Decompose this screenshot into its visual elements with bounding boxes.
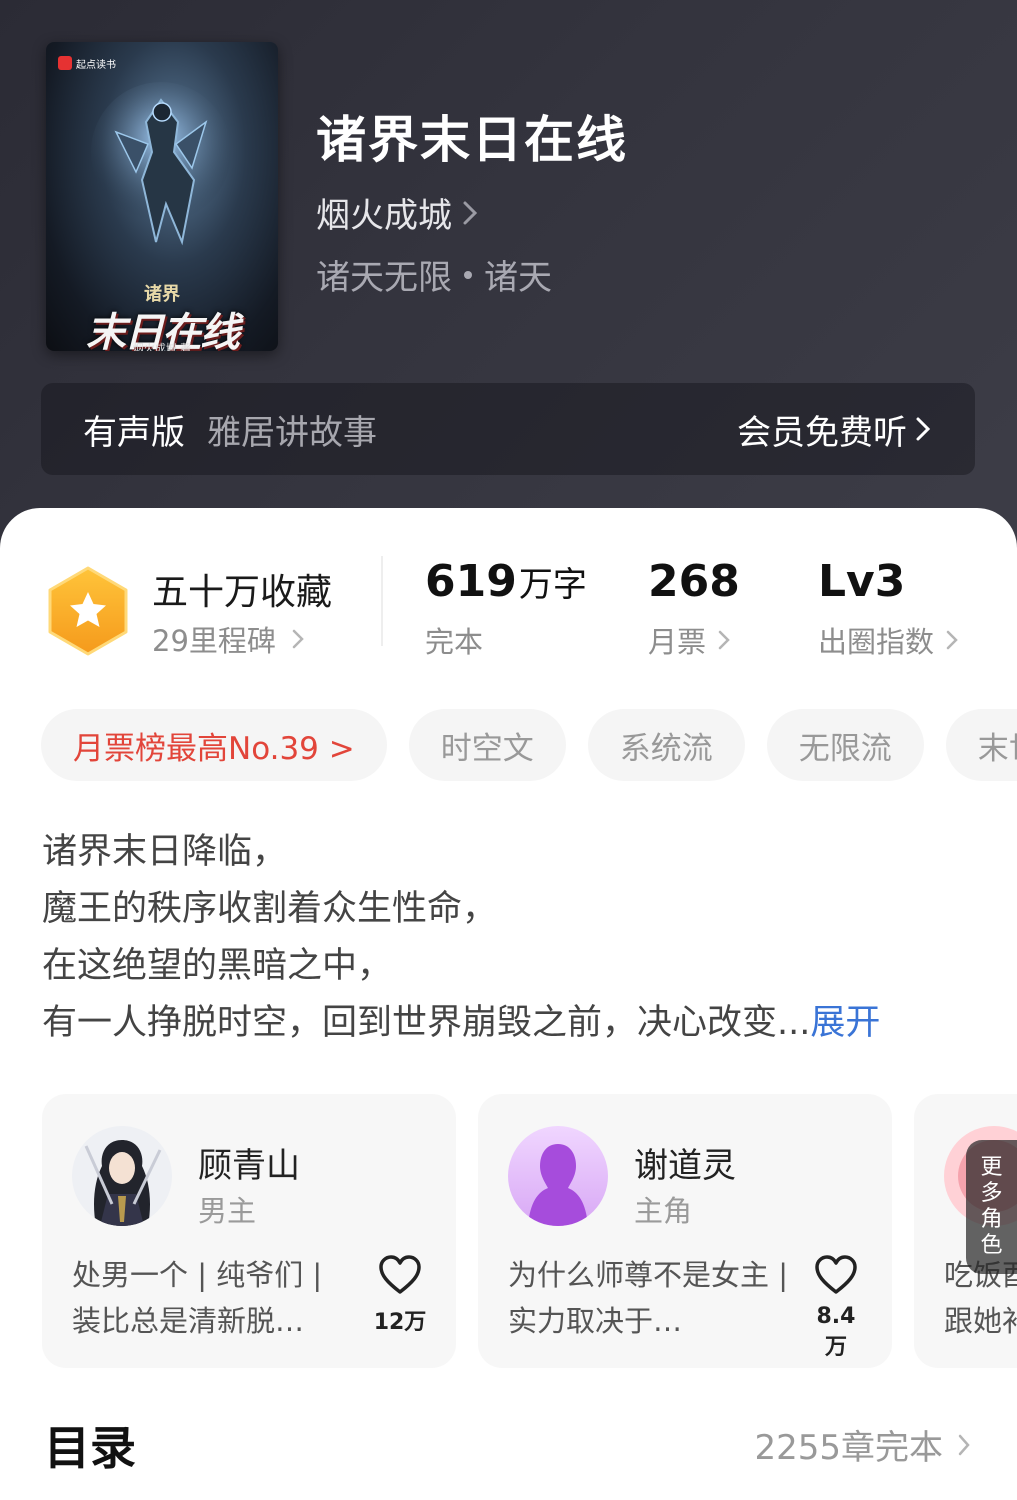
tag-list: 月票榜最高No.39 > 时空文 系统流 无限流 末世 xyxy=(41,709,1017,783)
like-button[interactable]: 12万 xyxy=(372,1254,428,1336)
audiobook-bar[interactable]: 有声版 雅居讲故事 会员免费听 xyxy=(41,383,975,475)
free-listen-label: 会员免费听 xyxy=(737,412,907,453)
stats-divider xyxy=(381,556,383,646)
author-link[interactable]: 烟火成城 xyxy=(316,188,478,237)
milestone-label: 29里程碑 xyxy=(152,624,276,658)
chevron-right-icon xyxy=(916,417,931,441)
subgenre-label[interactable]: 诸天 xyxy=(484,250,552,299)
monthly-votes-value: 268 xyxy=(648,556,740,607)
publisher-mark: 起点读书 xyxy=(54,54,120,72)
book-header: 起点读书 诸界 末日在线 烟火成城 著 诸界末日在线 烟火成城 诸天无限 诸天 … xyxy=(0,0,1017,560)
character-card[interactable]: 顾青山 男主 处男一个 | 纯爷们 | 装比总是清新脱… 12万 xyxy=(42,1094,456,1368)
completion-status: 完本 xyxy=(425,625,484,659)
character-role: 男主 xyxy=(198,1194,257,1228)
word-count-unit: 万字 xyxy=(518,565,587,605)
toc-title: 目录 xyxy=(44,1421,136,1475)
synopsis[interactable]: 诸界末日降临， 魔王的秩序收割着众生性命， 在这绝望的黑暗之中， 有一人挣脱时空… xyxy=(42,824,982,1052)
more-characters-button[interactable]: 更多角色 xyxy=(966,1140,1017,1274)
free-listen-button[interactable]: 会员免费听 xyxy=(737,405,931,454)
chevron-right-icon xyxy=(946,630,958,650)
character-name: 谢道灵 xyxy=(634,1146,736,1186)
collection-count: 五十万收藏 xyxy=(152,572,333,613)
like-button[interactable]: 8.4万 xyxy=(808,1254,864,1361)
word-count-stat: 619 万字 完本 xyxy=(425,556,587,661)
cover-art xyxy=(91,82,231,246)
audio-narrator: 雅居讲故事 xyxy=(207,412,377,453)
book-title: 诸界末日在线 xyxy=(316,110,628,169)
genre-label[interactable]: 诸天无限 xyxy=(316,250,452,299)
influence-value: Lv3 xyxy=(818,556,906,607)
publisher-logo-icon xyxy=(58,56,72,70)
book-genre: 诸天无限 诸天 xyxy=(316,250,552,299)
chevron-right-icon xyxy=(463,201,478,224)
character-list: 顾青山 男主 处男一个 | 纯爷们 | 装比总是清新脱… 12万 谢道灵 主角 … xyxy=(42,1094,1017,1368)
character-description: 为什么师尊不是女主 | 实力取决于… xyxy=(508,1258,788,1338)
character-description-line: 跟她补 xyxy=(944,1304,1017,1338)
character-description: 处男一个 | 纯爷们 | 装比总是清新脱… xyxy=(72,1258,323,1338)
expand-link[interactable]: 展开 xyxy=(810,1003,880,1043)
character-avatar xyxy=(72,1126,172,1226)
character-avatar xyxy=(508,1126,608,1226)
chevron-right-icon xyxy=(718,630,730,650)
synopsis-line: 有一人挣脱时空，回到世界崩毁之前，决心改变... xyxy=(42,1003,811,1043)
synopsis-line: 魔王的秩序收割着众生性命， xyxy=(42,889,498,929)
chapter-count: 2255章完本 xyxy=(754,1428,943,1468)
milestone-link[interactable]: 29里程碑 xyxy=(152,618,304,660)
cover-author: 烟火成城 著 xyxy=(132,342,192,351)
collection-badge-icon xyxy=(48,566,128,656)
chevron-right-icon xyxy=(958,1434,970,1455)
influence-label: 出圈指数 xyxy=(818,625,935,659)
like-count: 8.4万 xyxy=(816,1304,856,1360)
character-card[interactable]: 谢道灵 主角 为什么师尊不是女主 | 实力取决于… 8.4万 xyxy=(478,1094,892,1368)
monthly-votes-stat[interactable]: 268 月票 xyxy=(648,556,740,661)
heart-icon xyxy=(379,1255,421,1294)
audio-label: 有声版 xyxy=(83,412,185,453)
tag-chip[interactable]: 系统流 xyxy=(587,709,745,781)
toc-link[interactable]: 2255章完本 xyxy=(754,1420,971,1469)
influence-stat[interactable]: Lv3 出圈指数 xyxy=(818,556,958,661)
book-cover[interactable]: 起点读书 诸界 末日在线 烟火成城 著 xyxy=(46,42,278,351)
genre-separator-dot xyxy=(464,270,472,279)
heart-icon xyxy=(815,1255,857,1294)
character-name: 顾青山 xyxy=(198,1146,300,1186)
monthly-votes-label: 月票 xyxy=(648,625,707,659)
author-name: 烟火成城 xyxy=(316,196,452,236)
like-count: 12万 xyxy=(373,1310,427,1335)
synopsis-line-last: 有一人挣脱时空，回到世界崩毁之前，决心改变...展开 xyxy=(42,995,982,1052)
tag-chip[interactable]: 末世 xyxy=(945,709,1017,781)
chevron-right-icon xyxy=(292,629,304,649)
tag-chip[interactable]: 无限流 xyxy=(766,709,924,781)
synopsis-line: 在这绝望的黑暗之中， xyxy=(42,946,393,986)
synopsis-line: 诸界末日降临， xyxy=(42,832,288,872)
word-count-value: 619 xyxy=(425,556,517,607)
character-role: 主角 xyxy=(634,1194,693,1228)
tag-chip[interactable]: 时空文 xyxy=(408,709,566,781)
rank-tag[interactable]: 月票榜最高No.39 > xyxy=(41,709,387,781)
more-characters-label: 更多角色 xyxy=(980,1155,1003,1258)
